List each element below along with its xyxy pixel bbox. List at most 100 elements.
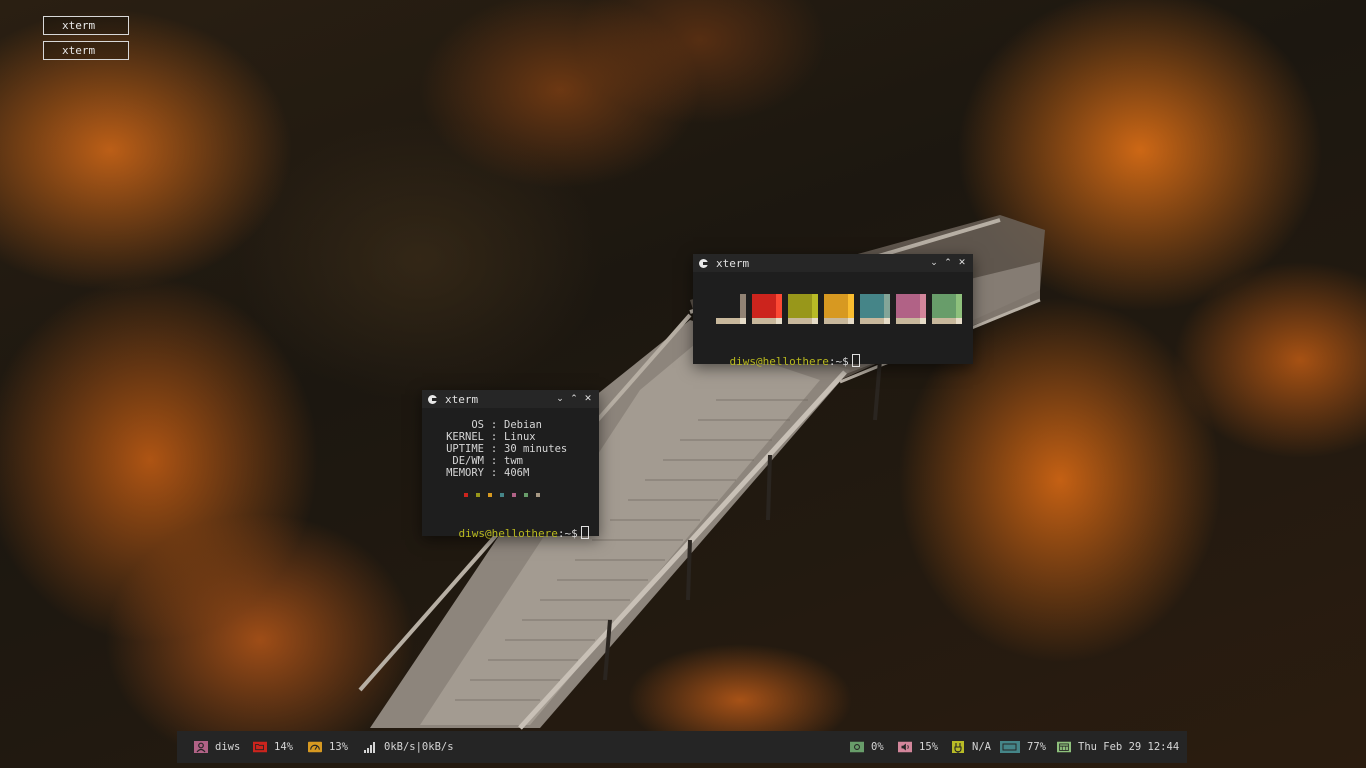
window-controls: ⌄ ⌃ ✕	[553, 390, 595, 408]
swatch-normal	[896, 294, 920, 318]
maximize-icon[interactable]: ⌃	[567, 394, 581, 404]
swatch-base-bright	[956, 318, 962, 324]
swatch-normal	[860, 294, 884, 318]
cpu-widget[interactable]: 13%	[308, 731, 348, 763]
prompt-path: :~	[828, 355, 843, 368]
brightness-widget[interactable]: 0%	[850, 731, 884, 763]
prompt-user-host: diws@hellothere	[729, 355, 829, 368]
info-value: Linux	[504, 431, 536, 443]
xterm-window-colors[interactable]: xterm ⌄ ⌃ ✕ diws@hellothere:~$	[693, 254, 973, 368]
power-icon	[951, 741, 965, 753]
battery-text: 77%	[1027, 741, 1046, 753]
xterm-window-sysinfo[interactable]: xterm ⌄ ⌃ ✕ OS: Debian KERNEL: Linux UPTIM…	[422, 390, 599, 540]
power-text: N/A	[972, 741, 991, 753]
color-swatch	[896, 294, 926, 324]
maximize-icon[interactable]: ⌃	[941, 258, 955, 268]
battery-icon	[1000, 741, 1020, 753]
volume-widget[interactable]: 15%	[898, 731, 938, 763]
info-value: Debian	[504, 419, 542, 431]
folder-icon	[253, 741, 267, 753]
volume-icon	[898, 741, 912, 753]
task-item-xterm-1[interactable]: xterm	[43, 16, 129, 35]
info-value: 406M	[504, 467, 530, 479]
network-text: 0kB/s|0kB/s	[384, 741, 454, 753]
swatch-bright	[920, 294, 926, 318]
battery-widget[interactable]: 77%	[1000, 731, 1046, 763]
swatch-normal	[752, 294, 776, 318]
brightness-text: 0%	[871, 741, 884, 753]
minimize-icon[interactable]: ⌄	[553, 394, 567, 404]
swatch-normal	[824, 294, 848, 318]
window-titlebar[interactable]: xterm ⌄ ⌃ ✕	[693, 254, 973, 272]
info-key: UPTIME	[446, 443, 484, 455]
wallpaper-bridge-image	[358, 215, 1045, 730]
swatch-bright	[956, 294, 962, 318]
color-dot	[536, 493, 540, 497]
color-dots	[464, 493, 540, 497]
swatch-base-bright	[812, 318, 818, 324]
window-title: xterm	[716, 256, 750, 270]
close-icon[interactable]: ✕	[955, 258, 969, 268]
info-colon: :	[490, 431, 498, 443]
info-colon: :	[490, 443, 498, 455]
swatch-bright	[848, 294, 854, 318]
color-swatch	[860, 294, 890, 324]
swatch-base-bright	[776, 318, 782, 324]
info-row-memory: MEMORY:406M	[432, 467, 567, 479]
info-key: DE/WM	[452, 455, 484, 467]
clock-widget[interactable]: Thu Feb 29 12:44	[1057, 731, 1179, 763]
task-list: xterm xterm	[43, 16, 129, 66]
swatch-base	[896, 318, 920, 324]
app-icon	[428, 394, 437, 404]
swatch-base	[860, 318, 884, 324]
info-row-kernel: KERNEL: Linux	[432, 431, 567, 443]
disk-widget[interactable]: 14%	[253, 731, 293, 763]
info-key: KERNEL	[446, 431, 484, 443]
window-titlebar[interactable]: xterm ⌄ ⌃ ✕	[422, 390, 599, 408]
swatch-bright	[812, 294, 818, 318]
volume-text: 15%	[919, 741, 938, 753]
window-controls: ⌄ ⌃ ✕	[927, 254, 969, 272]
info-key: MEMORY	[446, 467, 484, 479]
power-widget[interactable]: N/A	[951, 731, 991, 763]
color-dot	[464, 493, 468, 497]
task-item-xterm-2[interactable]: xterm	[43, 41, 129, 60]
swatch-base-bright	[740, 318, 746, 324]
disk-text: 14%	[274, 741, 293, 753]
info-colon: :	[490, 419, 498, 431]
network-widget[interactable]: 0kB/s|0kB/s	[363, 731, 454, 763]
swatch-normal	[716, 294, 740, 318]
color-dot	[512, 493, 516, 497]
user-icon	[194, 741, 208, 753]
user-widget[interactable]: diws	[194, 731, 240, 763]
swatch-base-bright	[920, 318, 926, 324]
clock-text: Thu Feb 29 12:44	[1078, 741, 1180, 753]
shell-prompt[interactable]: diws@hellothere:~$	[432, 513, 589, 553]
app-icon	[699, 258, 708, 268]
swatch-normal	[932, 294, 956, 318]
color-dot	[500, 493, 504, 497]
cpu-text: 13%	[329, 741, 348, 753]
color-swatch	[716, 294, 746, 324]
close-icon[interactable]: ✕	[581, 394, 595, 404]
swatch-base-bright	[884, 318, 890, 324]
info-row-os: OS: Debian	[432, 419, 567, 431]
color-dot	[488, 493, 492, 497]
color-palette	[716, 294, 962, 324]
shell-prompt[interactable]: diws@hellothere:~$	[703, 341, 860, 381]
user-text: diws	[215, 741, 241, 753]
prompt-path: :~	[557, 527, 572, 540]
status-bar: diws 14% 13% 0kB/s|0kB/s 0% 15% N/A 77% …	[177, 731, 1187, 763]
minimize-icon[interactable]: ⌄	[927, 258, 941, 268]
color-swatch	[932, 294, 962, 324]
prompt-symbol: $	[571, 527, 578, 540]
info-row-uptime: UPTIME:30 minutes	[432, 443, 567, 455]
color-swatch	[788, 294, 818, 324]
swatch-base	[716, 318, 740, 324]
swatch-normal	[788, 294, 812, 318]
info-value: 30 minutes	[504, 443, 568, 455]
cpu-gauge-icon	[308, 741, 322, 753]
info-colon: :	[490, 455, 498, 467]
info-value: twm	[504, 455, 523, 467]
brightness-icon	[850, 741, 864, 753]
